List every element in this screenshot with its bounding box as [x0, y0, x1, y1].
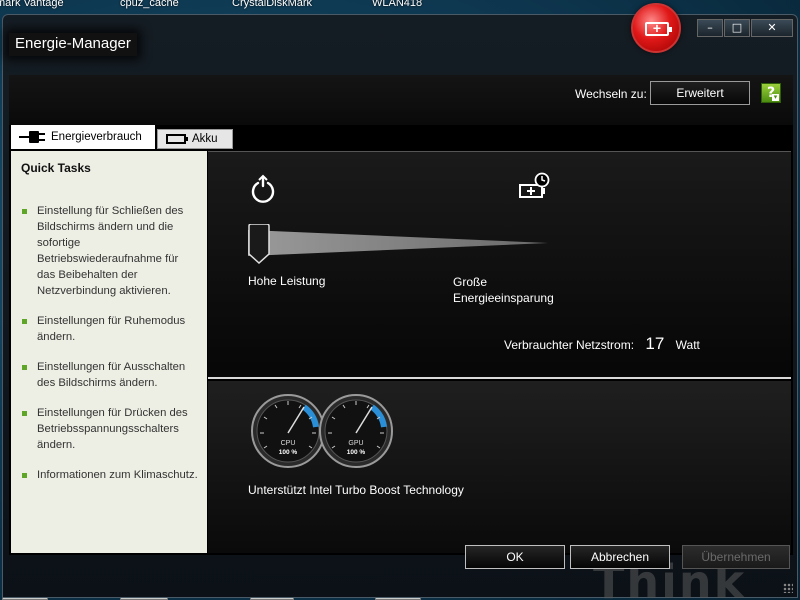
dropdown-arrow-icon: ▾ — [772, 93, 779, 101]
tab-energieverbrauch[interactable]: Energieverbrauch — [11, 125, 155, 149]
advanced-mode-button[interactable]: Erweitert — [650, 81, 750, 105]
main-panel: Hohe Leistung Große Energieeinsparung Ve… — [208, 151, 791, 553]
switch-mode-label: Wechseln zu: — [575, 87, 647, 101]
quick-task-link[interactable]: Informationen zum Klimaschutz. — [11, 467, 207, 483]
turbo-boost-text: Unterstützt Intel Turbo Boost Technology — [248, 483, 464, 497]
close-button[interactable]: ✕ — [751, 19, 793, 37]
cancel-button[interactable]: Abbrechen — [570, 545, 670, 569]
window-title: Energie-Manager — [9, 33, 137, 56]
power-consumption: Verbrauchter Netzstrom: 17 Watt — [504, 334, 700, 354]
cpu-gauge-value: 100 % — [279, 449, 298, 456]
quick-task-link[interactable]: Einstellungen für Ruhemodus ändern. — [11, 313, 207, 345]
consumption-unit: Watt — [675, 338, 700, 352]
resize-grip-icon[interactable] — [783, 583, 793, 593]
desktop-icon-label[interactable]: mark Vantage — [0, 0, 64, 9]
energy-saving-label: Große Energieeinsparung — [453, 275, 554, 305]
power-plan-section: Hohe Leistung Große Energieeinsparung Ve… — [208, 151, 791, 379]
gpu-gauge-value: 100 % — [347, 449, 366, 456]
desktop-icon-label[interactable]: WLAN418 — [372, 0, 422, 9]
help-icon[interactable]: ? ▾ — [761, 83, 781, 103]
tab-label: Akku — [192, 133, 218, 145]
power-icon — [251, 174, 275, 203]
gpu-gauge: GPU 100 % — [319, 394, 393, 468]
tab-label: Energieverbrauch — [51, 131, 142, 143]
battery-badge-icon: + — [631, 3, 681, 53]
quick-tasks-sidebar: Quick Tasks Einstellung für Schließen de… — [11, 151, 207, 553]
energy-manager-window: Energie-Manager + – □ ✕ Wechseln zu: Erw… — [2, 3, 798, 600]
quick-task-list: Einstellung für Schließen des Bildschirm… — [11, 203, 207, 483]
consumption-label: Verbrauchter Netzstrom: — [504, 338, 635, 352]
battery-clock-icon — [519, 172, 550, 198]
header-bar: Wechseln zu: Erweitert ? ▾ — [9, 75, 793, 125]
minimize-button[interactable]: – — [697, 19, 723, 37]
cpu-gauge-label: CPU — [281, 440, 296, 447]
battery-icon — [166, 134, 188, 144]
power-slider-handle[interactable] — [248, 224, 270, 264]
maximize-button[interactable]: □ — [724, 19, 750, 37]
high-performance-label: Hohe Leistung — [248, 274, 326, 288]
sidebar-title: Quick Tasks — [21, 161, 91, 175]
window-controls: – □ ✕ — [696, 19, 793, 37]
content-area: Wechseln zu: Erweitert ? ▾ Energieverbra… — [9, 75, 793, 555]
quick-task-link[interactable]: Einstellungen für Ausschalten des Bildsc… — [11, 359, 207, 391]
consumption-value: 17 — [645, 334, 665, 353]
gpu-gauge-label: GPU — [348, 440, 363, 447]
desktop-icon-label[interactable]: cpuz_cache — [120, 0, 179, 9]
quick-task-link[interactable]: Einstellung für Schließen des Bildschirm… — [11, 203, 207, 299]
power-slider-track[interactable] — [248, 230, 548, 256]
turbo-boost-section: CPU 100 % GPU 100 % Unterstützt Intel Tu… — [208, 381, 791, 553]
quick-task-link[interactable]: Einstellungen für Drücken des Betriebssp… — [11, 405, 207, 453]
tab-akku[interactable]: Akku — [157, 129, 233, 149]
plug-icon — [19, 130, 45, 144]
apply-button[interactable]: Übernehmen — [682, 545, 790, 569]
ok-button[interactable]: OK — [465, 545, 565, 569]
cpu-gauge: CPU 100 % — [251, 394, 325, 468]
desktop-icon-label[interactable]: CrystalDiskMark — [232, 0, 312, 9]
title-bar[interactable]: Energie-Manager + – □ ✕ — [3, 3, 797, 65]
